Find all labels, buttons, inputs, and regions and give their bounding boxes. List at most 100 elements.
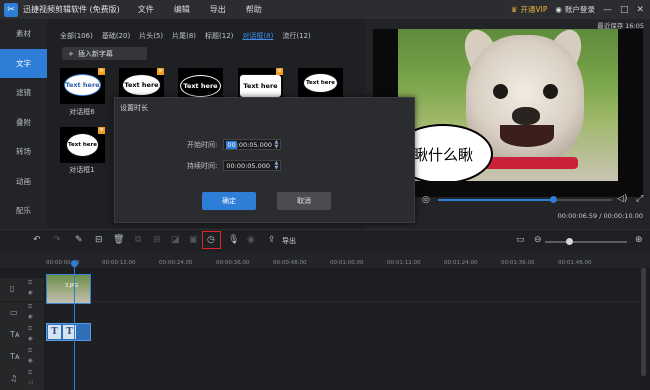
sidebar-item-music[interactable]: 配乐 xyxy=(0,196,47,226)
ruler-tick: 00:01:36.00 xyxy=(501,260,535,266)
ruler-tick: 00:01:48.00 xyxy=(558,260,592,266)
highlight-box xyxy=(202,231,221,249)
spin-arrows-icon[interactable]: ▲ ▼ xyxy=(275,161,279,171)
timeline-ruler[interactable]: 00:00:00.00 00:00:12.00 00:00:24.00 00:0… xyxy=(0,252,650,268)
menu-help[interactable]: 帮助 xyxy=(246,4,262,15)
video-clip[interactable]: 3.JPG xyxy=(46,274,91,304)
subtitle-thumb-1[interactable]: Text here ≡ xyxy=(60,68,105,104)
preview-photo: 瞅什么瞅 xyxy=(398,29,618,181)
tab-popular[interactable]: 流行(12) xyxy=(282,31,310,41)
lock-icon[interactable]: ⚿ xyxy=(28,304,32,311)
redo-icon[interactable]: ↷ xyxy=(53,235,61,245)
premium-badge-icon: ≡ xyxy=(276,68,283,75)
spin-arrows-icon[interactable]: ▲ ▼ xyxy=(275,140,279,150)
duration-rest: :00:05.000 xyxy=(234,161,271,170)
text-track-2-lane[interactable] xyxy=(44,346,640,370)
text-track-lane[interactable] xyxy=(44,324,640,348)
sidebar-item-transition[interactable]: 转场 xyxy=(0,137,47,167)
record-icon[interactable]: ◉ xyxy=(247,235,255,245)
vip-button[interactable]: ♛ 开通VIP xyxy=(511,4,548,15)
menu-export[interactable]: 导出 xyxy=(210,4,226,15)
premium-badge-icon: ≡ xyxy=(98,68,105,75)
add-subtitle-label: 插入新字幕 xyxy=(77,49,113,58)
lock-icon[interactable]: ⚿ xyxy=(28,370,32,377)
thumb-bubble: Text here xyxy=(64,74,101,96)
lock-icon[interactable]: ⚿ xyxy=(28,280,32,287)
volume-icon[interactable]: ◁) xyxy=(617,194,627,204)
sidebar-item-animation[interactable]: 动画 xyxy=(0,167,47,197)
duration-input[interactable]: 00:00:05.000 ▲ ▼ xyxy=(223,160,282,171)
music-track-lane[interactable] xyxy=(44,368,640,390)
add-subtitle-button[interactable]: + 插入新字幕 xyxy=(62,47,147,60)
sidebar-item-material[interactable]: 素材 xyxy=(0,19,47,49)
dog-nose xyxy=(512,107,540,125)
start-time-label: 开始时间: xyxy=(187,140,218,149)
zoom-knob[interactable] xyxy=(566,238,573,245)
thumb-bubble: Text here xyxy=(239,74,282,98)
tab-basic[interactable]: 基础(20) xyxy=(102,31,130,41)
text-track-icon: Tᴀ xyxy=(10,330,20,339)
overlay-track-icon: ▭ xyxy=(10,308,18,317)
progress-knob[interactable] xyxy=(549,196,557,203)
dialog-title: 设置时长 xyxy=(120,104,148,112)
tab-outro[interactable]: 片尾(8) xyxy=(172,31,196,41)
start-time-rest: :00:05.000 xyxy=(236,140,273,149)
eye-icon[interactable]: ◉ xyxy=(28,358,33,364)
duration-label: 持续时间: xyxy=(187,161,218,170)
menu-file[interactable]: 文件 xyxy=(138,4,154,15)
fit-icon[interactable]: ▭ xyxy=(516,235,525,245)
playback-progress[interactable] xyxy=(438,196,612,203)
eye-icon[interactable]: ◉ xyxy=(28,336,33,342)
zoom-in-icon[interactable]: ⊕ xyxy=(635,235,643,245)
tab-intro[interactable]: 片头(5) xyxy=(139,31,163,41)
maximize-button[interactable]: □ xyxy=(620,5,629,15)
close-button[interactable]: ✕ xyxy=(636,5,644,15)
speaker-icon[interactable]: ◁ xyxy=(28,380,32,386)
zoom-region-icon[interactable]: ▣ xyxy=(189,235,198,245)
mosaic-icon[interactable]: ⊞ xyxy=(153,235,161,245)
sidebar-item-overlay[interactable]: 叠附 xyxy=(0,108,47,138)
video-track-lane[interactable] xyxy=(44,278,640,302)
lock-icon[interactable]: ⚿ xyxy=(28,348,32,355)
thumb-label-1: 对话框6 xyxy=(69,108,95,116)
thumb-bubble: Text here xyxy=(303,73,338,93)
crop-icon[interactable]: ⧉ xyxy=(135,235,141,245)
sidebar-item-text[interactable]: 文字 xyxy=(0,48,47,78)
sidebar-item-filter[interactable]: 滤镜 xyxy=(0,78,47,108)
export-label[interactable]: 导出 xyxy=(282,236,296,246)
start-time-input[interactable]: 00:00:05.000 ▲ ▼ xyxy=(223,139,282,150)
subtitle-thumb-6[interactable]: Text here ≡ xyxy=(60,127,105,163)
stop-icon[interactable]: ◎ xyxy=(422,195,430,205)
plus-icon: + xyxy=(68,49,74,58)
tab-dialog[interactable]: 对话框(8) xyxy=(242,31,273,41)
minimize-button[interactable]: — xyxy=(603,5,612,15)
text-clip[interactable]: T T xyxy=(46,323,91,341)
tab-all[interactable]: 全部(106) xyxy=(60,31,93,41)
export-icon[interactable]: ⇪ xyxy=(268,235,276,245)
fullscreen-icon[interactable]: ⤢ xyxy=(636,194,643,204)
edit-toolbar: ↶ ↷ ✎ ⊟ 🗑 ⧉ ⊞ ◪ ▣ ◷ 🎙 ◉ ⇪ 导出 ▭ ⊖ ⊕ xyxy=(0,229,650,252)
ruler-tick: 00:01:00.00 xyxy=(330,260,364,266)
overlay-track-lane[interactable] xyxy=(44,302,640,326)
playhead-handle[interactable] xyxy=(71,260,78,267)
cancel-button[interactable]: 取消 xyxy=(277,192,331,210)
tab-title[interactable]: 标题(12) xyxy=(205,31,233,41)
zoom-slider[interactable] xyxy=(545,241,627,243)
login-button[interactable]: ◉ 账户登录 xyxy=(555,4,595,15)
zoom-out-icon[interactable]: ⊖ xyxy=(534,235,542,245)
lock-icon[interactable]: ⚿ xyxy=(28,326,32,333)
confirm-button[interactable]: 确定 xyxy=(202,192,256,210)
undo-icon[interactable]: ↶ xyxy=(33,235,41,245)
premium-badge-icon: ≡ xyxy=(157,68,164,75)
freeze-icon[interactable]: ◪ xyxy=(171,235,180,245)
menu-edit[interactable]: 编辑 xyxy=(174,4,190,15)
delete-icon[interactable]: 🗑 xyxy=(113,235,124,245)
timeline-scrollbar[interactable] xyxy=(641,268,646,376)
edit-icon[interactable]: ✎ xyxy=(75,235,83,245)
eye-icon[interactable]: ◉ xyxy=(28,290,33,296)
split-icon[interactable]: ⊟ xyxy=(95,235,103,245)
thumb-bubble: Text here xyxy=(66,133,99,157)
eye-icon[interactable]: ◉ xyxy=(28,314,33,320)
microphone-icon[interactable]: 🎙 xyxy=(228,235,239,245)
vip-label: 开通VIP xyxy=(520,5,548,14)
